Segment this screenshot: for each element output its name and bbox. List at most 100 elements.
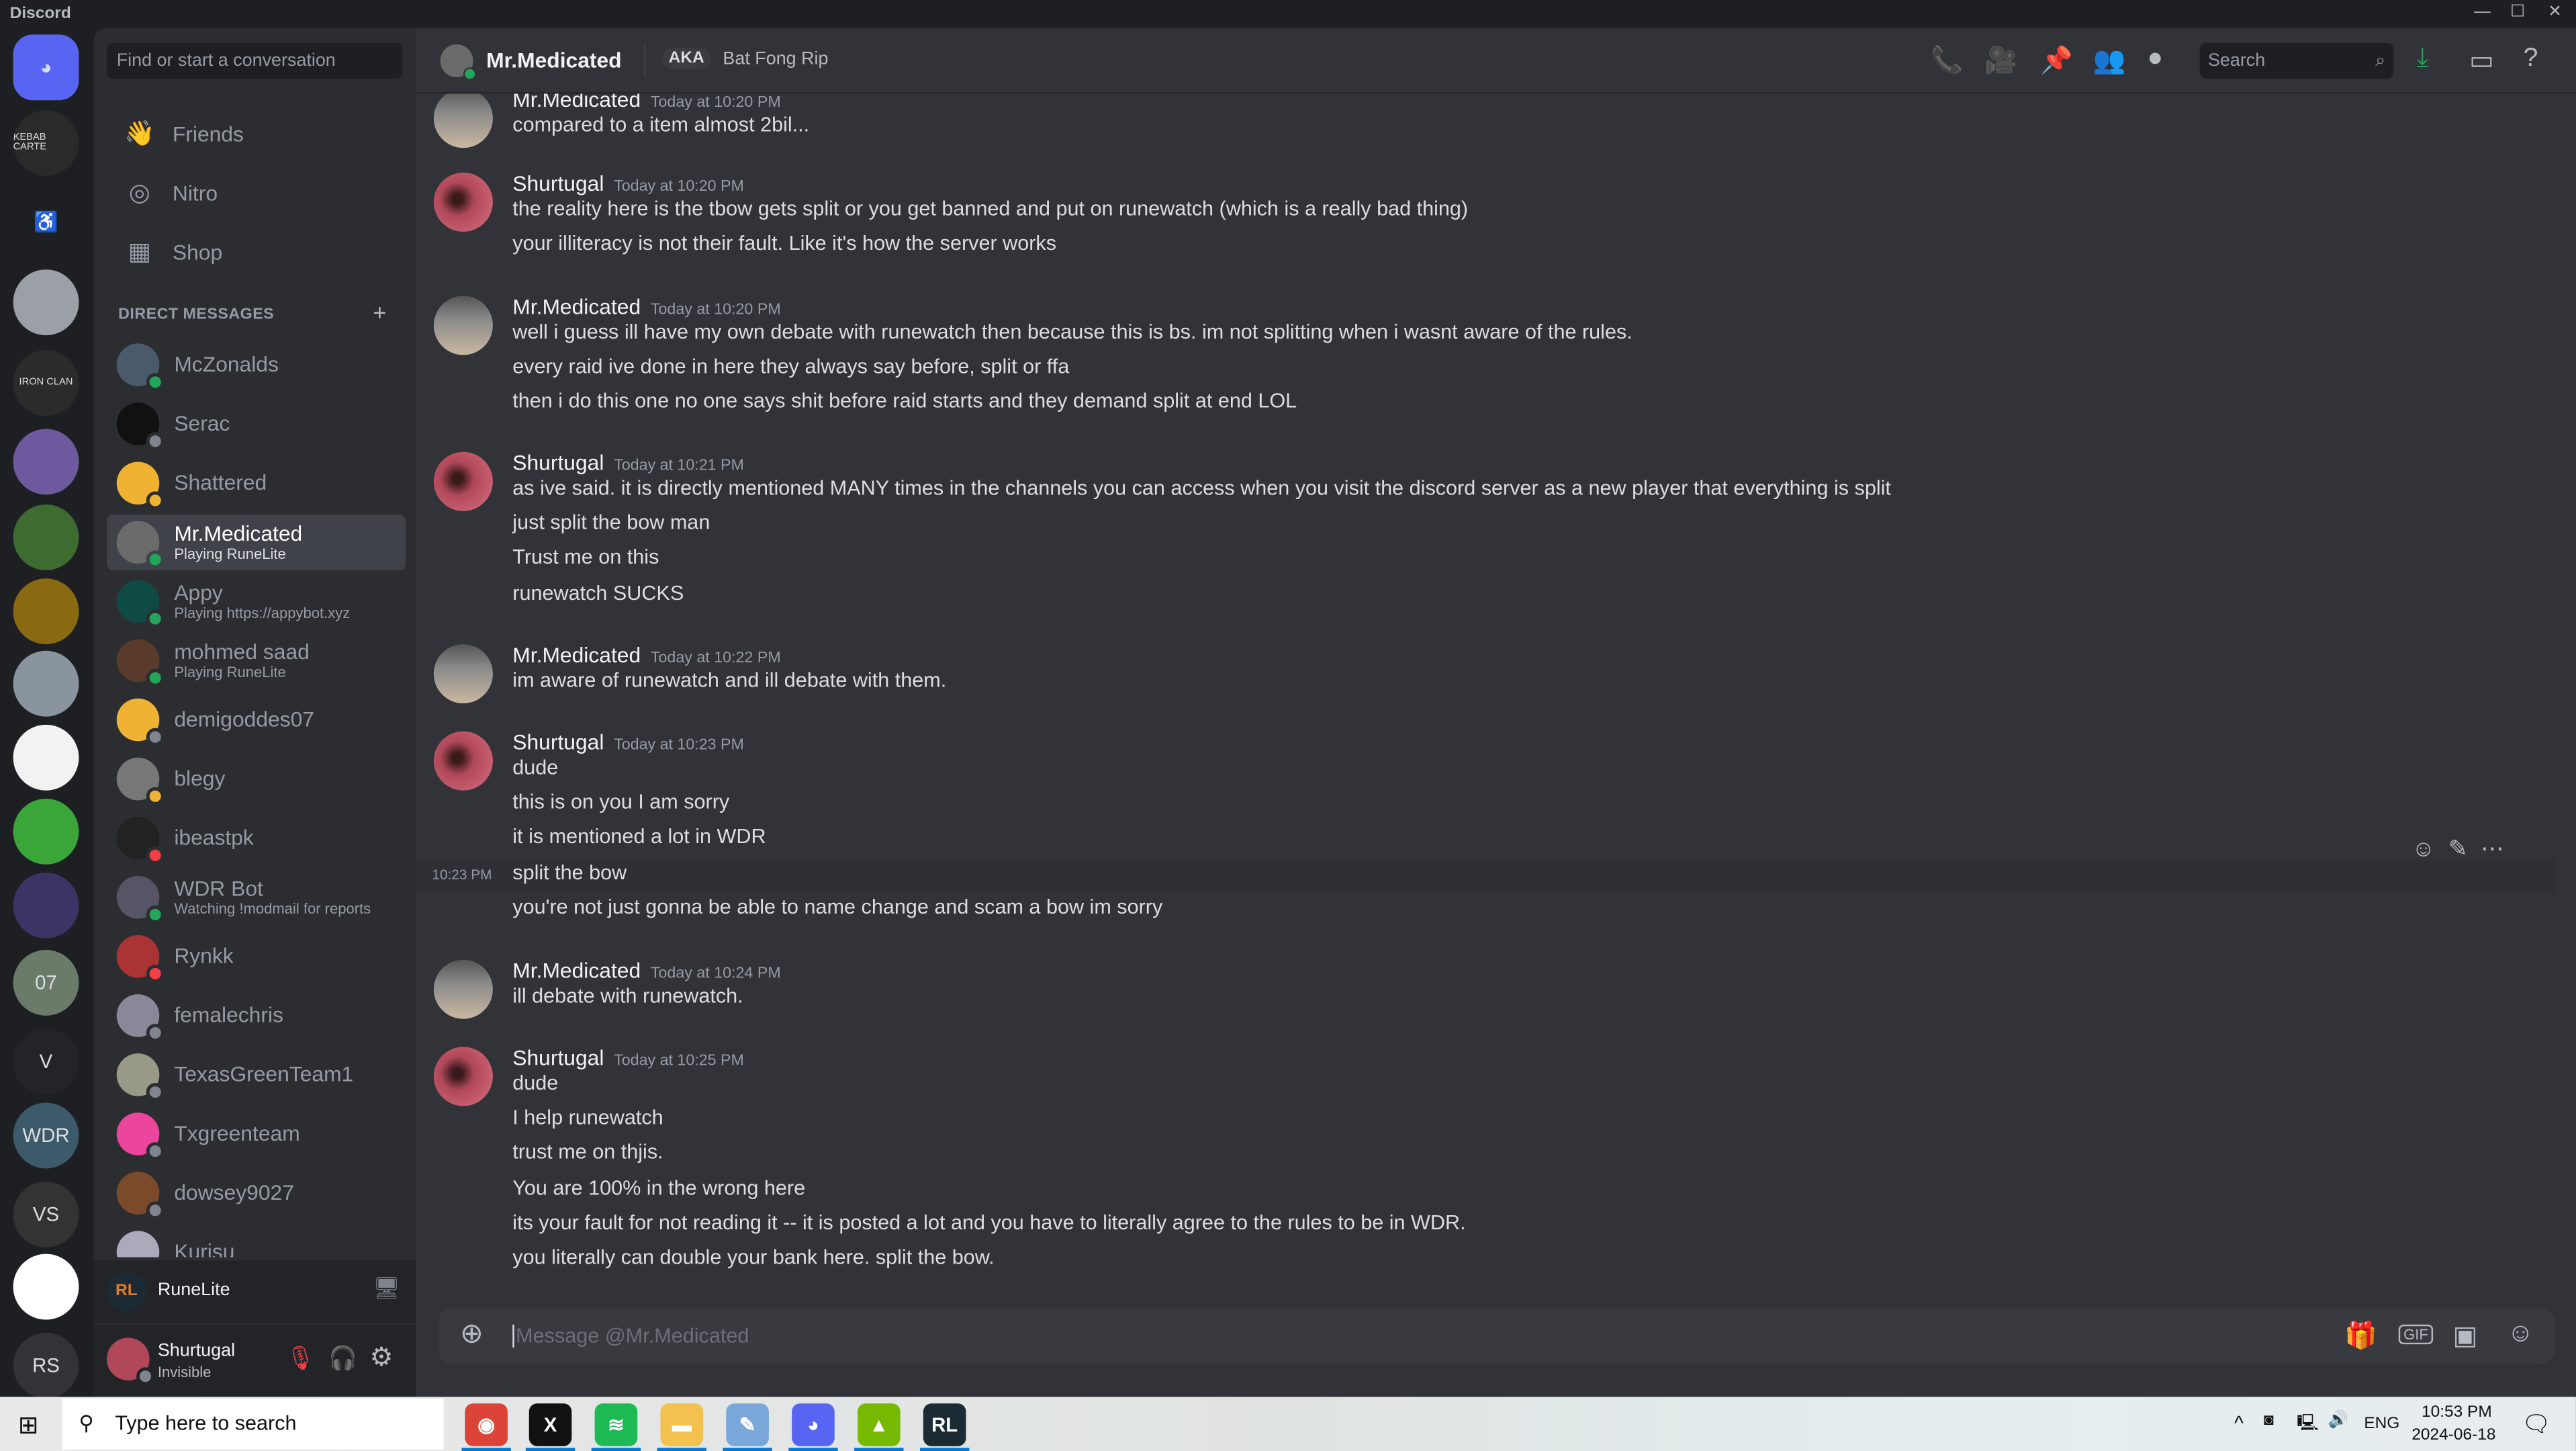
language-indicator[interactable]: ENG bbox=[2364, 1415, 2399, 1433]
dm-item[interactable]: blegy bbox=[107, 751, 406, 807]
server-icon[interactable] bbox=[13, 578, 79, 644]
server-icon[interactable] bbox=[13, 724, 79, 791]
taskbar-app[interactable]: RL bbox=[923, 1403, 966, 1446]
more-icon[interactable]: ⋯ bbox=[2481, 834, 2503, 863]
dm-item[interactable]: McZonalds bbox=[107, 337, 406, 393]
close-icon[interactable]: ✕ bbox=[2548, 3, 2562, 21]
server-icon[interactable] bbox=[13, 504, 79, 570]
aka-names[interactable]: Bat Fong Rip bbox=[723, 49, 828, 69]
mic-muted-icon[interactable]: 🎙 bbox=[286, 1344, 316, 1372]
server-icon[interactable]: VS bbox=[13, 1181, 79, 1247]
author-avatar[interactable] bbox=[433, 172, 493, 232]
voice-call-icon[interactable]: 📞 bbox=[1931, 44, 1964, 77]
taskbar-app[interactable]: ▬ bbox=[660, 1403, 704, 1446]
dm-item[interactable]: Shattered bbox=[107, 455, 406, 511]
server-icon[interactable]: 07 bbox=[13, 950, 79, 1016]
network-icon[interactable]: 🖳 bbox=[2297, 1411, 2319, 1440]
add-reaction-icon[interactable]: ☺ bbox=[2411, 835, 2435, 861]
author-name[interactable]: Shurtugal bbox=[512, 450, 604, 475]
headphones-deafened-icon[interactable]: 🎧 bbox=[328, 1344, 357, 1372]
dm-item[interactable]: mohmed saad Playing RuneLite bbox=[107, 633, 406, 689]
taskbar-app[interactable]: ≋ bbox=[594, 1403, 638, 1446]
recipient-avatar[interactable] bbox=[440, 44, 477, 81]
dm-item[interactable]: WDR Bot Watching !modmail for reports bbox=[107, 869, 406, 925]
author-name[interactable]: Mr.Medicated bbox=[512, 294, 641, 319]
author-avatar[interactable] bbox=[433, 93, 493, 148]
taskbar-app[interactable]: X bbox=[528, 1403, 572, 1446]
dm-item[interactable]: demigoddes07 bbox=[107, 692, 406, 748]
taskbar-app[interactable]: ◉ bbox=[465, 1403, 508, 1446]
gif-icon[interactable]: GIF bbox=[2398, 1324, 2434, 1345]
find-conversation-input[interactable]: Find or start a conversation bbox=[107, 42, 403, 79]
sticker-icon[interactable]: ▣ bbox=[2452, 1319, 2477, 1352]
author-name[interactable]: Mr.Medicated bbox=[512, 643, 641, 668]
gift-icon[interactable]: 🎁 bbox=[2344, 1319, 2377, 1352]
dm-item[interactable]: femalechris bbox=[107, 987, 406, 1043]
pinned-messages-icon[interactable]: 📌 bbox=[2040, 44, 2073, 77]
author-avatar[interactable] bbox=[433, 731, 493, 791]
dm-item[interactable]: dowsey9027 bbox=[107, 1165, 406, 1221]
create-dm-icon[interactable]: + bbox=[373, 299, 386, 325]
author-avatar[interactable] bbox=[433, 959, 493, 1019]
server-icon[interactable]: V bbox=[13, 1028, 79, 1095]
author-avatar[interactable] bbox=[433, 451, 493, 511]
clock-date[interactable]: 2024-06-18 bbox=[2411, 1426, 2495, 1444]
server-icon[interactable] bbox=[13, 429, 79, 495]
dm-item[interactable]: Mr.Medicated Playing RuneLite bbox=[107, 514, 406, 570]
author-name[interactable]: Mr.Medicated bbox=[512, 958, 641, 983]
volume-icon[interactable]: 🔊 bbox=[2328, 1411, 2348, 1430]
dm-item[interactable]: Appy Playing https://appybot.xyz bbox=[107, 574, 406, 629]
video-call-icon[interactable]: 🎥 bbox=[1984, 44, 2017, 77]
dm-item[interactable]: Kurisu bbox=[107, 1225, 406, 1258]
message-input[interactable]: Message @Mr.Medicated bbox=[512, 1324, 749, 1348]
author-avatar[interactable] bbox=[433, 296, 493, 355]
dm-list[interactable]: McZonalds Serac Shattered Mr.Medicated Playi… bbox=[107, 337, 406, 1258]
taskbar-app[interactable]: ▲ bbox=[858, 1403, 901, 1446]
server-icon[interactable] bbox=[13, 650, 79, 717]
settings-gear-icon[interactable]: ⚙ bbox=[369, 1341, 393, 1374]
add-friends-to-dm-icon[interactable]: 👥 bbox=[2093, 44, 2126, 77]
author-avatar[interactable] bbox=[433, 1047, 493, 1106]
help-icon[interactable]: ? bbox=[2524, 44, 2538, 74]
author-name[interactable]: Shurtugal bbox=[512, 730, 604, 754]
user-profile-icon[interactable]: ● bbox=[2147, 44, 2163, 74]
server-icon[interactable] bbox=[13, 1254, 79, 1320]
server-icon[interactable]: RS bbox=[13, 1333, 79, 1399]
author-name[interactable]: Mr.Medicated bbox=[512, 93, 641, 112]
show-hidden-icons[interactable]: ^ bbox=[2234, 1411, 2244, 1434]
recipient-name[interactable]: Mr.Medicated bbox=[486, 48, 621, 73]
taskbar-app[interactable]: ◕ bbox=[792, 1403, 835, 1446]
server-icon[interactable]: KEBAB CARTE bbox=[13, 109, 79, 176]
message-composer[interactable]: ⊕ Message @Mr.Medicated 🎁 GIF ▣ ☺ bbox=[439, 1308, 2555, 1364]
download-icon[interactable]: ⤓ bbox=[2417, 44, 2428, 74]
nav-nitro[interactable]: ◎ Nitro bbox=[107, 166, 406, 218]
camera-icon[interactable]: ◙ bbox=[2264, 1411, 2274, 1430]
clock-time[interactable]: 10:53 PM bbox=[2422, 1403, 2492, 1421]
server-icon[interactable] bbox=[13, 873, 79, 938]
taskbar-app[interactable]: ✎ bbox=[726, 1403, 769, 1446]
stream-icon[interactable]: 🖥 bbox=[373, 1275, 400, 1301]
server-icon[interactable]: ♿ bbox=[13, 189, 79, 255]
author-name[interactable]: Shurtugal bbox=[512, 1045, 604, 1070]
notifications-icon[interactable]: 🗨 bbox=[2522, 1410, 2551, 1438]
dm-item[interactable]: Rynkk bbox=[107, 928, 406, 984]
dm-item[interactable]: Serac bbox=[107, 396, 406, 452]
minimize-icon[interactable]: — bbox=[2474, 3, 2490, 21]
nav-friends[interactable]: 👋 Friends bbox=[107, 107, 406, 159]
server-icon[interactable]: WDR bbox=[13, 1102, 79, 1169]
hovered-message-row[interactable]: 10:23 PM bbox=[415, 857, 2557, 893]
windows-start-icon[interactable]: ⊞ bbox=[18, 1410, 39, 1440]
author-avatar[interactable] bbox=[433, 644, 493, 704]
author-name[interactable]: Shurtugal bbox=[512, 171, 604, 195]
taskbar-search[interactable]: ⚲ Type here to search bbox=[62, 1398, 444, 1450]
message-list[interactable]: Mr.Medicated Today at 10:20 PM compared to… bbox=[415, 93, 2576, 1301]
user-avatar[interactable] bbox=[107, 1337, 154, 1386]
dm-item[interactable]: TexasGreenTeam1 bbox=[107, 1047, 406, 1102]
dm-item[interactable]: ibeastpk bbox=[107, 810, 406, 866]
server-icon[interactable]: ◕ bbox=[13, 34, 79, 101]
emoji-icon[interactable]: ☺ bbox=[2507, 1319, 2534, 1349]
upload-plus-icon[interactable]: ⊕ bbox=[460, 1318, 484, 1351]
edit-icon[interactable]: ✎ bbox=[2448, 834, 2468, 863]
maximize-icon[interactable]: ☐ bbox=[2510, 3, 2525, 21]
search-input[interactable]: Search ⌕ bbox=[2199, 42, 2394, 79]
